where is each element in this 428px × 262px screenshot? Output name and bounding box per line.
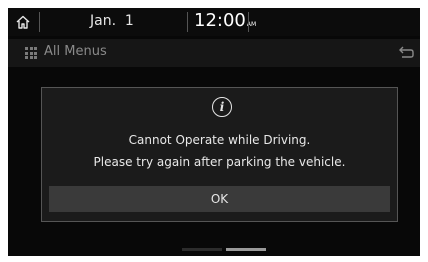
back-arrow-icon[interactable] xyxy=(397,44,415,62)
all-menus-button[interactable]: All Menus xyxy=(44,44,107,59)
date-display: Jan. 1 xyxy=(90,13,134,29)
head-unit-screen: Jan. 1 12:00AM All Menus i Cannot Operat… xyxy=(8,8,420,256)
menu-bar: All Menus xyxy=(8,39,420,67)
driving-restriction-dialog: i Cannot Operate while Driving. Please t… xyxy=(41,87,398,222)
status-bar: Jan. 1 12:00AM xyxy=(8,8,420,36)
ok-button[interactable]: OK xyxy=(49,186,390,212)
dialog-message-line1: Cannot Operate while Driving. xyxy=(128,133,311,147)
page-indicator-1 xyxy=(182,248,222,251)
status-divider xyxy=(39,12,40,32)
home-icon xyxy=(16,15,30,29)
clock: 12:00AM xyxy=(194,10,256,31)
time-display: 12:00 xyxy=(194,10,246,31)
grid-icon[interactable] xyxy=(25,47,37,59)
status-divider xyxy=(248,12,249,32)
home-button[interactable] xyxy=(8,8,38,36)
status-divider xyxy=(187,12,188,32)
dialog-message-line2: Please try again after parking the vehic… xyxy=(93,155,346,169)
info-icon: i xyxy=(212,97,232,117)
page-indicator-2 xyxy=(226,248,266,251)
